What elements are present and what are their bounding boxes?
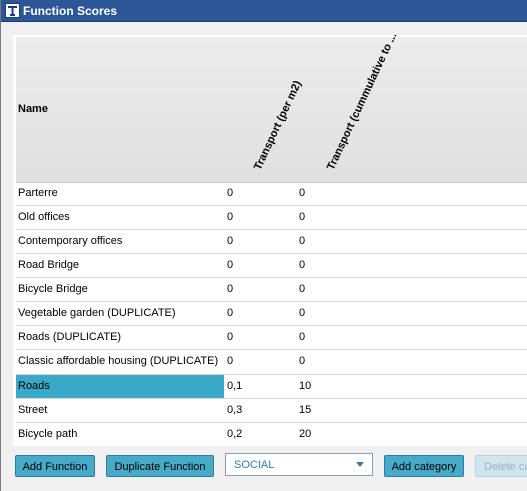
table-row[interactable]: Bicycle Bridge 0 0 <box>16 278 527 302</box>
row-transport-cumulative: 0 <box>299 283 306 295</box>
row-name: Road Bridge <box>18 259 80 271</box>
table-row[interactable]: Classic affordable housing (DUPLICATE) 0… <box>16 350 527 375</box>
duplicate-function-button[interactable]: Duplicate Function <box>106 455 214 477</box>
table-row[interactable]: Old offices 0 0 <box>16 206 527 230</box>
category-select-value: SOCIAL <box>234 459 275 471</box>
row-name: Old offices <box>18 211 70 223</box>
table-header: Name Transport (per m2) Transport (cummu… <box>16 35 527 183</box>
row-name: Vegetable garden (DUPLICATE) <box>18 307 176 319</box>
column-header-name[interactable]: Name <box>18 103 48 115</box>
column-header-transport-cumulative[interactable]: Transport (cummulative to ... <box>325 35 399 172</box>
row-transport-per-m2: 0 <box>227 283 234 295</box>
row-name: Classic affordable housing (DUPLICATE) <box>18 355 219 367</box>
row-transport-per-m2: 0 <box>227 307 234 319</box>
chevron-down-icon <box>356 462 364 467</box>
row-transport-cumulative: 15 <box>299 404 312 416</box>
row-transport-per-m2: 0 <box>227 355 234 367</box>
row-transport-per-m2: 0,1 <box>227 380 243 392</box>
row-name: Parterre <box>18 187 58 199</box>
row-transport-cumulative: 20 <box>299 428 312 440</box>
table-row[interactable]: Parterre 0 0 <box>16 182 527 206</box>
table-row[interactable]: Bicycle path 0,2 20 <box>16 423 527 446</box>
row-name: Roads <box>18 380 50 392</box>
category-select[interactable]: SOCIAL <box>225 453 373 476</box>
row-transport-per-m2: 0 <box>227 187 234 199</box>
row-transport-cumulative: 0 <box>299 331 306 343</box>
table-row[interactable]: Vegetable garden (DUPLICATE) 0 0 <box>16 302 527 326</box>
row-name: Contemporary offices <box>18 235 123 247</box>
row-name: Bicycle Bridge <box>18 283 88 295</box>
row-transport-per-m2: 0 <box>227 235 234 247</box>
title-bar[interactable]: Function Scores <box>1 0 527 22</box>
window-title: Function Scores <box>23 4 118 18</box>
table-row[interactable]: Road Bridge 0 0 <box>16 254 527 278</box>
row-transport-per-m2: 0,2 <box>227 428 243 440</box>
delete-category-button[interactable]: Delete ca <box>475 455 527 477</box>
row-transport-per-m2: 0 <box>227 259 234 271</box>
scores-table: Name Transport (per m2) Transport (cummu… <box>13 35 527 446</box>
table-row[interactable]: Street 0,3 15 <box>16 399 527 423</box>
function-scores-window: Function Scores Name Transport (per m2) … <box>0 0 527 491</box>
row-transport-per-m2: 0 <box>227 211 234 223</box>
row-transport-cumulative: 0 <box>299 307 306 319</box>
row-transport-cumulative: 10 <box>299 380 312 392</box>
row-transport-per-m2: 0 <box>227 331 234 343</box>
row-transport-cumulative: 0 <box>299 187 306 199</box>
column-header-transport-per-m2[interactable]: Transport (per m2) <box>252 79 304 172</box>
row-transport-per-m2: 0,3 <box>227 404 243 416</box>
table-body: Parterre 0 0 Old offices 0 0 Contemporar… <box>16 182 527 446</box>
table-row[interactable]: Contemporary offices 0 0 <box>16 230 527 254</box>
row-name: Street <box>18 404 48 416</box>
table-row[interactable]: Roads (DUPLICATE) 0 0 <box>16 326 527 350</box>
add-category-button[interactable]: Add category <box>384 455 464 477</box>
row-transport-cumulative: 0 <box>299 355 306 367</box>
app-logo-icon <box>5 3 20 18</box>
table-row-selected[interactable]: Roads 0,1 10 <box>16 375 527 399</box>
row-transport-cumulative: 0 <box>299 211 306 223</box>
add-function-button[interactable]: Add Function <box>15 455 95 477</box>
row-name: Roads (DUPLICATE) <box>18 331 122 343</box>
footer-toolbar: Add Function Duplicate Function SOCIAL A… <box>1 446 527 491</box>
row-transport-cumulative: 0 <box>299 235 306 247</box>
row-transport-cumulative: 0 <box>299 259 306 271</box>
row-name: Bicycle path <box>18 428 78 440</box>
